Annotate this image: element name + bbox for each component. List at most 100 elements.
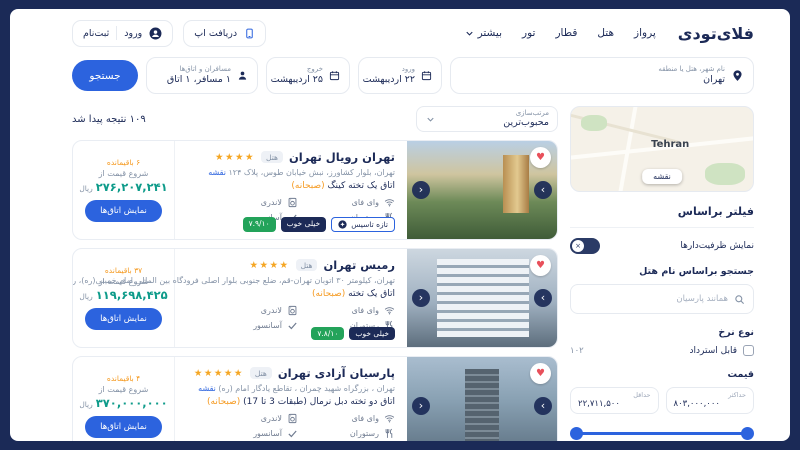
toggle-knob: ×: [572, 240, 584, 252]
carousel-prev-button[interactable]: ‹: [412, 397, 430, 415]
slider-min-handle[interactable]: [741, 427, 754, 440]
chevron-right-icon: ›: [541, 292, 545, 303]
brand-logo[interactable]: فلای‌تودی: [678, 24, 754, 43]
open-map-button[interactable]: نقشه: [642, 169, 682, 184]
search-icon: [734, 294, 745, 305]
hotel-name[interactable]: رمیس تهران: [323, 258, 395, 272]
meal-plan: (صبحانه): [312, 289, 345, 299]
destination-value: تهران: [658, 74, 725, 86]
price-from-label: شروع قیمت از: [99, 169, 149, 178]
nav-item-more[interactable]: بیشتر: [464, 27, 502, 39]
heart-icon: ♥: [536, 368, 545, 379]
tag-icon: [338, 220, 347, 229]
wifi-icon: [384, 413, 395, 424]
room-type: اتاق یک تخته کینگ: [328, 181, 396, 191]
signup-button[interactable]: ثبت‌نام: [83, 28, 109, 39]
nav-item-hotel[interactable]: هتل: [597, 27, 614, 39]
sort-dropdown[interactable]: مرتب‌سازی محبوب‌ترین: [416, 106, 558, 132]
checkin-field[interactable]: ورود ۲۲ اردیبهشت: [358, 57, 442, 94]
refundable-option-row: قابل استرداد ۱۰۲: [570, 345, 754, 356]
show-rooms-button[interactable]: نمایش اتاق‌ها: [85, 308, 162, 330]
app-window: فلای‌تودی پرواز هتل قطار تور بیشتر دریاف…: [10, 9, 790, 441]
chevron-down-icon: [425, 114, 436, 125]
search-button[interactable]: جستجو: [72, 60, 138, 91]
get-app-button[interactable]: دریافت اپ: [183, 20, 266, 47]
slider-max-handle[interactable]: [570, 427, 583, 440]
carousel-prev-button[interactable]: ‹: [412, 289, 430, 307]
favorite-button[interactable]: ♥: [530, 363, 551, 384]
nav-item-train[interactable]: قطار: [555, 27, 577, 39]
hotel-info: پارسیان آزادی تهران هتل ★★★★★ تهران ، بز…: [175, 357, 407, 441]
price-value: ۱۱۹,۶۹۸,۴۲۵: [96, 288, 168, 302]
guests-value: ۱ مسافر، ۱ اتاق: [167, 74, 231, 86]
chevron-left-icon: ‹: [419, 400, 423, 411]
sort-value: محبوب‌ترین: [503, 117, 549, 129]
hotel-card[interactable]: ♥ ‹ › رمیس تهران هتل ★★★★ تهران، کیلومتر…: [72, 248, 558, 348]
capacity-toggle-row: نمایش ظرفیت‌دارها ×: [570, 238, 754, 254]
price-max-field[interactable]: حداکثر ۸۰۳,۰۰۰,۰۰۰: [666, 387, 755, 414]
refundable-count: ۱۰۲: [570, 346, 584, 356]
capacity-toggle[interactable]: ×: [570, 238, 600, 254]
destination-field[interactable]: نام شهر، هتل یا منطقه تهران: [450, 57, 754, 94]
hotel-type-badge: هتل: [250, 367, 272, 379]
hotel-name-search-input[interactable]: [579, 294, 728, 304]
map-link[interactable]: نقشه: [208, 168, 226, 177]
rooms-remaining: ۴ باقیمانده: [107, 374, 140, 383]
quality-badge: خیلی خوب: [349, 327, 395, 341]
map-preview[interactable]: Tehran نقشه: [570, 106, 754, 192]
hotel-photo: ♥ ‹ ›: [407, 249, 557, 347]
score-badge: ۷.۸/۱۰: [311, 327, 344, 341]
photo-decoration: [503, 155, 529, 213]
nav-item-tour[interactable]: تور: [522, 27, 535, 39]
results-count: ۱۰۹ نتیجه پیدا شد: [72, 114, 146, 125]
results-list: مرتب‌سازی محبوب‌ترین ۱۰۹ نتیجه پیدا شد ♥…: [72, 106, 558, 441]
hotel-card[interactable]: ♥ ‹ › تهران رویال تهران هتل ★★★★ تهران، …: [72, 140, 558, 240]
show-rooms-button[interactable]: نمایش اتاق‌ها: [85, 200, 162, 222]
hotel-name[interactable]: پارسیان آزادی تهران: [278, 366, 395, 380]
meal-plan: (صبحانه): [291, 181, 324, 191]
login-button[interactable]: ورود: [124, 28, 142, 39]
hotel-type-badge: هتل: [296, 259, 318, 271]
photo-decoration: [465, 369, 499, 441]
chevron-left-icon: ‹: [419, 292, 423, 303]
destination-label: نام شهر، هتل یا منطقه: [658, 65, 725, 74]
refundable-checkbox[interactable]: [743, 345, 754, 356]
heart-icon: ♥: [536, 152, 545, 163]
chevron-right-icon: ›: [541, 400, 545, 411]
show-rooms-button[interactable]: نمایش اتاق‌ها: [85, 416, 162, 438]
nav-item-flight[interactable]: پرواز: [634, 27, 656, 39]
newly-opened-badge: تازه تاسیس: [331, 217, 395, 232]
hotel-badges: ۷.۸/۱۰ خیلی خوب: [311, 327, 395, 341]
carousel-next-button[interactable]: ›: [534, 181, 552, 199]
hotel-name[interactable]: تهران رویال تهران: [289, 150, 395, 164]
map-city-label: Tehran: [651, 139, 689, 150]
carousel-prev-button[interactable]: ‹: [412, 181, 430, 199]
guests-rooms-field[interactable]: مسافران و اتاق‌ها ۱ مسافر، ۱ اتاق: [146, 57, 258, 94]
favorite-button[interactable]: ♥: [530, 147, 551, 168]
chevron-right-icon: ›: [541, 184, 545, 195]
carousel-next-button[interactable]: ›: [534, 289, 552, 307]
filters-sidebar: Tehran نقشه فیلتر براساس نمایش ظرفیت‌دار…: [570, 106, 754, 441]
currency-label: ریال: [79, 184, 92, 193]
favorite-button[interactable]: ♥: [530, 255, 551, 276]
price-max-value: ۸۰۳,۰۰۰,۰۰۰: [674, 399, 747, 409]
rate-type-title: نوع نرخ: [570, 327, 754, 338]
calendar-icon: [329, 70, 340, 81]
price-max-label: حداکثر: [674, 391, 747, 399]
hotel-photo: ♥ ‹ ›: [407, 141, 557, 239]
carousel-next-button[interactable]: ›: [534, 397, 552, 415]
price-min-field[interactable]: حداقل ۲۲,۷۱۱,۵۰۰: [570, 387, 659, 414]
main-content: Tehran نقشه فیلتر براساس نمایش ظرفیت‌دار…: [10, 104, 790, 441]
rooms-remaining: ۳۷ باقیمانده: [105, 266, 142, 275]
user-icon: [149, 27, 162, 40]
hotel-badges: ۷.۹/۱۰ خیلی خوب تازه تاسیس: [243, 217, 395, 232]
checkout-field[interactable]: خروج ۲۵ اردیبهشت: [266, 57, 350, 94]
chevron-down-icon: [464, 28, 475, 39]
score-badge: ۷.۹/۱۰: [243, 217, 276, 232]
checkin-label: ورود: [368, 65, 415, 74]
map-link[interactable]: نقشه: [198, 384, 216, 393]
heart-icon: ♥: [536, 260, 545, 271]
hotel-card[interactable]: ♥ ‹ › پارسیان آزادی تهران هتل ★★★★★ تهرا…: [72, 356, 558, 441]
price-from-label: شروع قیمت از: [99, 385, 149, 394]
price-column: ۴ باقیمانده شروع قیمت از ۳۷۰,۰۰۰,۰۰۰ریال…: [73, 357, 175, 441]
